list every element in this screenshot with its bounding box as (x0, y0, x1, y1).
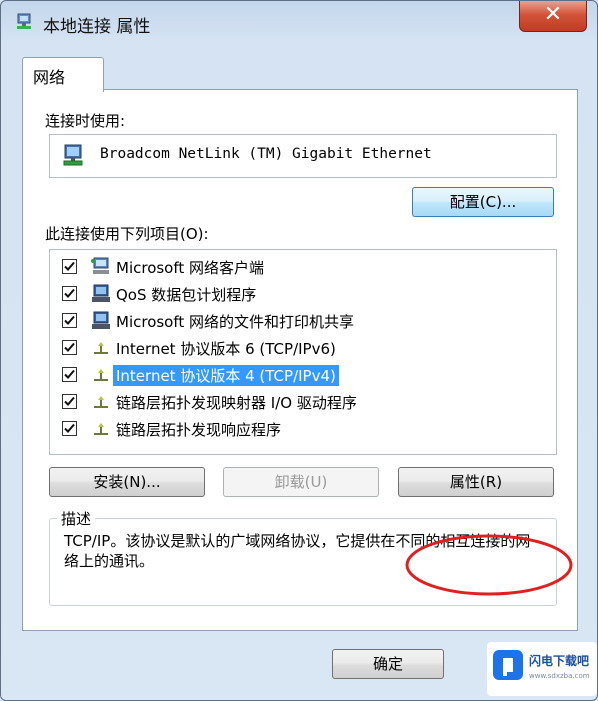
checkbox[interactable] (62, 259, 77, 274)
ok-button[interactable]: 确定 (332, 649, 444, 679)
list-item-selected[interactable]: Internet 协议版本 4 (TCP/IPv4) (50, 362, 530, 388)
site-logo-icon (493, 650, 523, 680)
item-label: QoS 数据包计划程序 (116, 286, 257, 304)
description-title: 描述 (57, 508, 96, 529)
list-item[interactable]: Internet 协议版本 6 (TCP/IPv6) (50, 335, 530, 361)
tab-network[interactable]: 网络 (22, 57, 104, 92)
description-text: TCP/IP。该协议是默认的广域网络协议，它提供在不同的相互连接的网络上的通讯。 (64, 532, 531, 570)
item-label: Microsoft 网络的文件和打印机共享 (116, 313, 355, 331)
item-label: Microsoft 网络客户端 (116, 259, 265, 277)
checkbox[interactable] (62, 313, 77, 328)
protocol-icon (90, 365, 112, 385)
item-label: 链路层拓扑发现响应程序 (116, 421, 282, 439)
configure-button[interactable]: 配置(C)... (412, 187, 554, 217)
item-label: 链路层拓扑发现映射器 I/O 驱动程序 (116, 394, 357, 412)
components-list[interactable]: Microsoft 网络客户端 QoS 数据包计划程序 Microsoft 网络… (49, 249, 557, 455)
tab-label: 网络 (33, 68, 66, 87)
item-label: Internet 协议版本 6 (TCP/IPv6) (116, 340, 336, 358)
checkbox[interactable] (62, 394, 77, 409)
window-title: 本地连接 属性 (43, 17, 151, 37)
uninstall-button[interactable]: 卸载(U) (223, 467, 379, 497)
adapter-field: Broadcom NetLink (TM) Gigabit Ethernet (49, 134, 557, 178)
protocol-icon (90, 419, 112, 439)
watermark: 闪电下载吧 www.sdxzba.com (487, 642, 597, 696)
install-button[interactable]: 安装(N)... (49, 467, 205, 497)
item-label: Internet 协议版本 4 (TCP/IPv4) (113, 365, 339, 386)
watermark-url: www.sdxzba.com (529, 672, 590, 680)
title-bar[interactable]: 本地连接 属性 ✕ (1, 1, 597, 45)
tab-panel: 连接时使用: Broadcom NetLink (TM) Gigabit Eth… (22, 89, 578, 631)
list-item[interactable]: Microsoft 网络客户端 (50, 254, 530, 280)
network-client-icon (90, 257, 112, 277)
close-button[interactable]: ✕ (519, 1, 587, 32)
watermark-text: 闪电下载吧 (529, 654, 590, 668)
properties-button[interactable]: 属性(R) (398, 467, 554, 497)
items-label: 此连接使用下列项目(O): (45, 225, 209, 243)
checkbox[interactable] (62, 367, 77, 382)
checkbox[interactable] (62, 286, 77, 301)
list-item[interactable]: 链路层拓扑发现映射器 I/O 驱动程序 (50, 389, 530, 415)
checkbox[interactable] (62, 340, 77, 355)
description-group: TCP/IP。该协议是默认的广域网络协议，它提供在不同的相互连接的网络上的通讯。 (49, 518, 557, 606)
connect-using-label: 连接时使用: (45, 112, 126, 130)
network-connection-icon (15, 13, 33, 31)
protocol-icon (90, 392, 112, 412)
checkbox[interactable] (62, 421, 77, 436)
adapter-name: Broadcom NetLink (TM) Gigabit Ethernet (100, 146, 432, 162)
network-adapter-icon (62, 144, 84, 168)
list-item[interactable]: QoS 数据包计划程序 (50, 281, 530, 307)
list-item[interactable]: Microsoft 网络的文件和打印机共享 (50, 308, 530, 334)
protocol-icon (90, 338, 112, 358)
list-item[interactable]: 链路层拓扑发现响应程序 (50, 416, 530, 442)
file-printer-sharing-icon (90, 311, 112, 331)
qos-scheduler-icon (90, 284, 112, 304)
properties-dialog: 本地连接 属性 ✕ 网络 连接时使用: Broadcom NetLink (TM… (0, 0, 598, 701)
